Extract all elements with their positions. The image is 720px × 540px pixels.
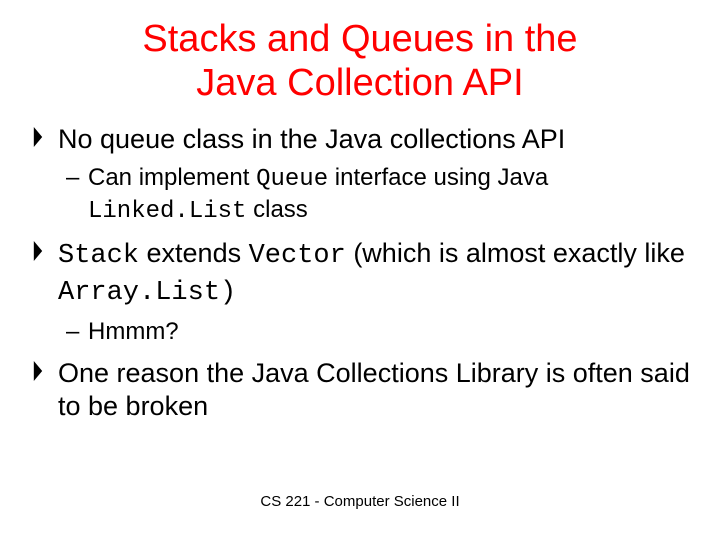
bullet-1: No queue class in the Java collections A… [30,123,690,157]
slide-body: No queue class in the Java collections A… [30,123,690,424]
bullet-2: Stack extends Vector (which is almost ex… [30,237,690,311]
b1-sub-code1: Queue [256,166,328,193]
b2-t1: extends [139,238,249,268]
b1-sub-pre: Can implement [88,164,256,191]
bullet-1-sub: – Can implement Queue interface using Ja… [30,163,690,227]
title-line-1: Stacks and Queues in the [142,18,577,60]
b2-code2: Vector [249,241,346,271]
b2-t2: (which is almost exactly like [346,238,685,268]
b2-sub-text: Hmmm? [88,318,179,345]
bullet-3-text: One reason the Java Collections Library … [58,358,690,422]
bullet-3: One reason the Java Collections Library … [30,357,690,425]
b1-sub-post: class [246,196,307,223]
bullet-1-text: No queue class in the Java collections A… [58,124,565,154]
footer-text: CS 221 - Computer Science II [260,493,459,510]
b1-sub-code2: Linked.List [88,198,246,225]
slide: Stacks and Queues in the Java Collection… [0,0,720,540]
bullet-2-sub: – Hmmm? [30,317,690,347]
b2-code3: Array.List) [58,278,236,308]
title-line-2: Java Collection API [196,62,523,104]
dash-icon: – [66,163,79,193]
slide-footer: CS 221 - Computer Science II [0,493,720,510]
dash-icon: – [66,317,79,347]
slide-title: Stacks and Queues in the Java Collection… [30,18,690,105]
b2-code1: Stack [58,241,139,271]
b1-sub-mid: interface using Java [328,164,548,191]
